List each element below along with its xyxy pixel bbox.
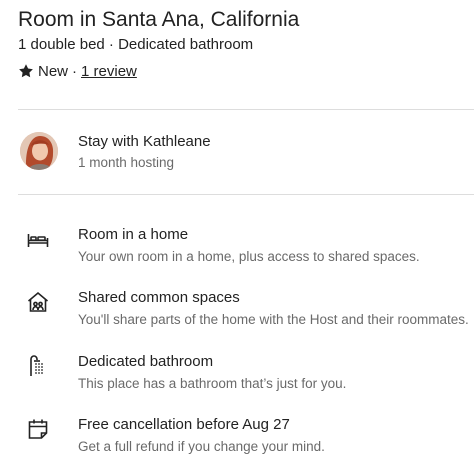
- home-icon: [27, 291, 49, 312]
- feature-title: Shared common spaces: [78, 289, 240, 306]
- rating-separator: ·: [72, 62, 78, 80]
- calendar-icon: [28, 419, 48, 439]
- feature-dedicated-bathroom: Dedicated bathroom This place has a bath…: [18, 352, 474, 398]
- host-name: Stay with Kathleane: [78, 133, 211, 150]
- rating-row: New · 1 review: [18, 60, 137, 82]
- divider: [18, 109, 474, 110]
- star-icon: [19, 64, 33, 78]
- feature-description: Your own room in a home, plus access to …: [78, 249, 420, 264]
- feature-shared-spaces: Shared common spaces You'll share parts …: [18, 288, 474, 334]
- reviews-link[interactable]: 1 review: [81, 63, 137, 80]
- listing-summary: Room in Santa Ana, California 1 double b…: [0, 0, 474, 471]
- feature-title: Room in a home: [78, 226, 189, 243]
- feature-title: Free cancellation before Aug 27: [78, 416, 290, 433]
- feature-description: Get a full refund if you change your min…: [78, 439, 325, 454]
- listing-subtitle: 1 double bed · Dedicated bathroom: [18, 36, 254, 53]
- feature-description: This place has a bathroom that’s just fo…: [78, 376, 347, 391]
- shower-icon: [30, 355, 43, 376]
- feature-title: Dedicated bathroom: [78, 353, 214, 370]
- host-avatar[interactable]: [20, 132, 58, 170]
- divider: [18, 194, 474, 195]
- host-hosting-duration: 1 month hosting: [78, 155, 175, 170]
- feature-description: You'll share parts of the home with the …: [78, 312, 469, 327]
- bed-icon: [27, 234, 49, 247]
- listing-title: Room in Santa Ana, California: [18, 8, 300, 31]
- feature-free-cancellation: Free cancellation before Aug 27 Get a fu…: [18, 415, 474, 461]
- rating-new-label: New: [38, 62, 69, 80]
- feature-room-in-home: Room in a home Your own room in a home, …: [18, 225, 474, 271]
